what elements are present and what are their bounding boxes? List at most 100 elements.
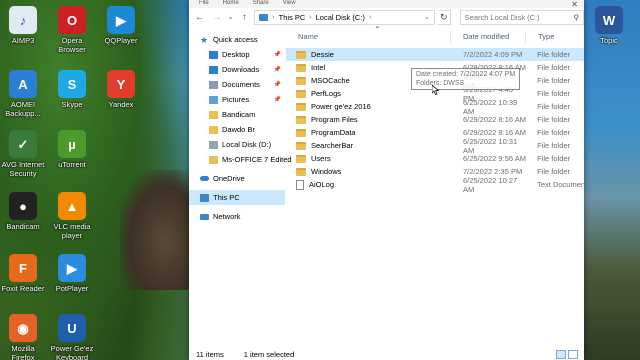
column-type[interactable]: Type xyxy=(526,31,584,43)
word-doc-icon: W xyxy=(595,6,623,34)
desktop-icon-label: Power Ge'ez Keyboard xyxy=(50,344,94,360)
table-row[interactable]: Windows 7/2/2022 2:35 PM File folder xyxy=(286,165,584,178)
file-name: ProgramData xyxy=(311,128,356,137)
nav-this-pc[interactable]: This PC xyxy=(189,190,285,205)
file-name: MSOCache xyxy=(311,76,350,85)
nav-network[interactable]: Network xyxy=(189,209,285,224)
desktop-icon-vlc[interactable]: ▲ VLC media player xyxy=(49,192,95,240)
desktop-icon-label: Foxit Reader xyxy=(1,284,45,293)
file-name: Users xyxy=(311,154,331,163)
tab-share[interactable]: Share xyxy=(253,0,269,8)
nav-pinned-documents[interactable]: Documents 📌 xyxy=(189,77,285,92)
desktop-icon-foxit[interactable]: F Foxit Reader xyxy=(0,254,46,293)
large-icons-view-icon[interactable] xyxy=(568,350,578,359)
table-row[interactable]: ProgramData 6/29/2022 8:16 AM File folder xyxy=(286,126,584,139)
nav-label: OneDrive xyxy=(213,174,245,183)
foxit-icon: F xyxy=(9,254,37,282)
desktop-icon-bandicam[interactable]: ● Bandicam xyxy=(0,192,46,231)
file-type: File folder xyxy=(537,102,571,111)
tab-file[interactable]: File xyxy=(199,0,209,8)
table-row[interactable]: Power ge'ez 2016 6/25/2022 10:39 AM File f… xyxy=(286,97,584,116)
address-bar[interactable]: › This PC › Local Disk (C:) › ⌄ xyxy=(254,9,435,25)
desktop-icon-opera[interactable]: O Opera Browser xyxy=(49,6,95,54)
star-icon: ★ xyxy=(200,34,209,45)
file-type: File folder xyxy=(537,50,571,59)
desktop-icon-yandex[interactable]: Y Yandex xyxy=(98,70,144,109)
table-row[interactable]: Users 6/25/2022 9:56 AM File folder xyxy=(286,152,584,165)
back-button[interactable]: ← xyxy=(193,10,207,24)
desktop-icon-aimp[interactable]: ♪ AIMP3 xyxy=(0,6,46,45)
nav-label: Pictures xyxy=(222,95,250,104)
folder-icon xyxy=(296,50,306,59)
nav-label: Bandicam xyxy=(222,110,256,119)
nav-folder-item[interactable]: Bandicam xyxy=(189,107,285,122)
pin-icon: 📌 xyxy=(273,52,281,58)
desktop-icon-label: AIMP3 xyxy=(11,36,35,45)
wallpaper-right-strip xyxy=(584,0,640,360)
address-row: ← → ⌄ ↑ › This PC › Local Disk (C:) › ⌄ … xyxy=(189,8,584,26)
nav-folder-item[interactable]: Local Disk (D:) xyxy=(189,137,285,152)
tab-home[interactable]: Home xyxy=(223,0,239,8)
file-type: File folder xyxy=(537,76,571,85)
opera-icon: O xyxy=(58,6,86,34)
nav-quick-access[interactable]: ★ Quick access xyxy=(189,32,285,47)
avg-icon: ✓ xyxy=(9,130,37,158)
column-date-modified[interactable]: Date modified xyxy=(451,31,527,43)
desktop-icon-qqplayer[interactable]: ▶ QQPlayer xyxy=(98,6,144,45)
desktop-icon-utorrent[interactable]: µ uTorrent xyxy=(49,130,95,169)
cloud-icon xyxy=(200,176,209,181)
desktop-icon-label: Yandex xyxy=(108,100,134,109)
mouse-cursor-icon xyxy=(432,85,440,95)
desktop-icon-firefox[interactable]: ◉ Mozilla Firefox xyxy=(0,314,46,360)
nav-label: Desktop xyxy=(222,50,250,59)
nav-folder-item[interactable]: Ms-OFFICE 7 Edited xyxy=(189,152,292,167)
text-document-icon xyxy=(296,179,304,190)
file-name-cell: Dessie xyxy=(286,50,451,59)
file-date-modified: 6/25/2022 10:27 AM xyxy=(462,175,518,194)
folder-icon xyxy=(209,125,218,134)
nav-pinned-pictures[interactable]: Pictures 📌 xyxy=(189,92,285,107)
pin-icon: 📌 xyxy=(273,67,281,73)
address-dropdown-icon[interactable]: ⌄ xyxy=(424,13,430,21)
details-view-icon[interactable] xyxy=(556,350,566,359)
nav-pinned-desktop[interactable]: Desktop 📌 xyxy=(189,47,285,62)
file-name: AiOLog xyxy=(309,180,335,189)
refresh-button[interactable]: ↻ xyxy=(437,9,451,25)
file-date-modified: 6/25/2022 10:39 AM xyxy=(462,97,518,116)
forward-button[interactable]: → xyxy=(210,10,224,24)
up-button[interactable]: ↑ xyxy=(237,10,251,24)
desktop-icon-avg[interactable]: ✓ AVG Internet Security xyxy=(0,130,46,178)
nav-onedrive[interactable]: OneDrive xyxy=(189,171,285,186)
search-input[interactable]: Search Local Disk (C:) ⚲ xyxy=(459,9,584,25)
desktop-icon-skype[interactable]: S Skype xyxy=(49,70,95,109)
breadcrumb-this-pc[interactable]: This PC xyxy=(279,13,306,22)
tab-view[interactable]: View xyxy=(283,0,296,8)
table-row[interactable]: SearcherBar 6/25/2022 10:31 AM File folder xyxy=(286,136,584,155)
desktop-icon-power-geez[interactable]: U Power Ge'ez Keyboard xyxy=(49,314,95,360)
nav-folder-item[interactable]: Dawdo Br xyxy=(189,122,285,137)
nav-label: Downloads xyxy=(222,65,260,74)
desktop-icon-word-doc[interactable]: W Topic xyxy=(586,6,632,45)
desktop-icon-aomei[interactable]: A AOMEI Backupp... xyxy=(0,70,46,118)
network-icon xyxy=(200,213,209,220)
folder-icon xyxy=(296,154,306,163)
desktop-icon-label: PotPlayer xyxy=(55,284,89,293)
recent-locations-chevron-icon[interactable]: ⌄ xyxy=(227,10,235,24)
file-type: File folder xyxy=(537,154,571,163)
file-name-cell: Program Files xyxy=(286,115,451,124)
nav-pinned-downloads[interactable]: Downloads 📌 xyxy=(189,62,285,77)
file-date-modified: 6/25/2022 10:31 AM xyxy=(462,136,518,155)
table-row[interactable]: Program Files 6/29/2022 8:16 AM File folde… xyxy=(286,113,584,126)
file-type: File folder xyxy=(537,167,571,176)
collapse-chevron-icon[interactable]: ⌃ xyxy=(374,25,381,34)
desktop-icon-label: AVG Internet Security xyxy=(1,160,45,178)
column-name[interactable]: Name xyxy=(286,31,451,43)
table-row[interactable]: AiOLog 6/25/2022 10:27 AM Text Document xyxy=(286,175,584,194)
desktop-icon-potplayer[interactable]: ▶ PotPlayer xyxy=(49,254,95,293)
breadcrumb-local-disk-c[interactable]: Local Disk (C:) xyxy=(316,13,365,22)
table-row[interactable]: Dessie 7/2/2022 4:09 PM File folder xyxy=(286,48,584,61)
nav-label: Dawdo Br xyxy=(222,125,255,134)
status-item-count: 11 items xyxy=(196,349,224,359)
ribbon-tabs: File Home Share View xyxy=(189,0,584,8)
desktop-icon-label: Mozilla Firefox xyxy=(11,344,35,360)
